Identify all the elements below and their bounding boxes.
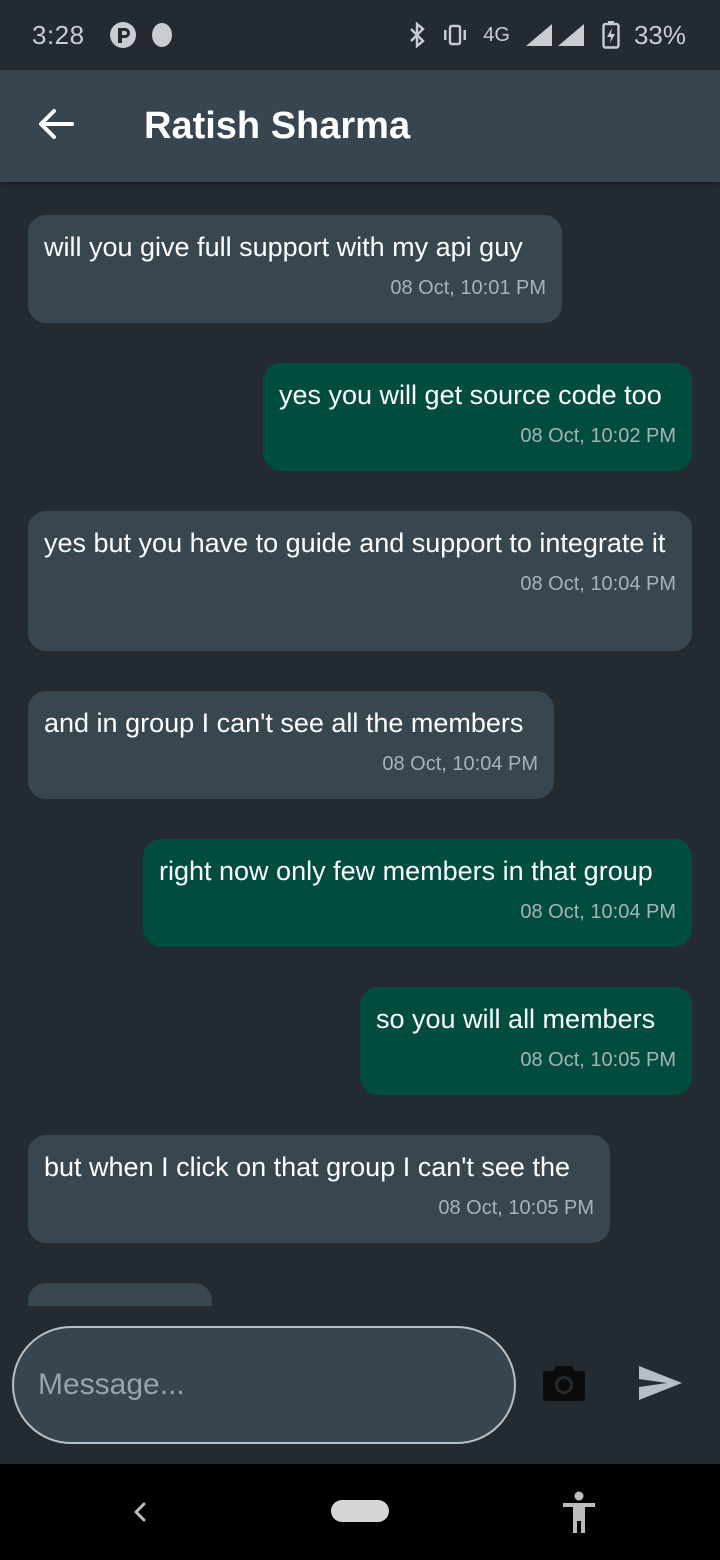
send-button[interactable]	[634, 1362, 686, 1408]
arrow-back-icon	[38, 108, 74, 145]
app-bar: Ratish Sharma	[0, 70, 720, 182]
battery-percent: 33%	[633, 19, 686, 50]
network-type: 4G	[483, 23, 510, 46]
camera-icon	[542, 1364, 586, 1407]
message-time: 08 Oct, 10:05 PM	[438, 1197, 594, 1219]
message-bubble-received[interactable]: but when I click on that group I can't s…	[28, 1135, 610, 1243]
message-bubble-received[interactable]: will you give full support with my api g…	[28, 215, 562, 323]
message-bubble-partial[interactable]	[28, 1283, 212, 1306]
accessibility-button[interactable]	[560, 1491, 598, 1535]
dot-icon	[151, 22, 173, 48]
message-text: will you give full support with my api g…	[44, 232, 523, 262]
status-left: 3:28	[32, 20, 173, 51]
message-text: yes but you have to guide and support to…	[44, 528, 666, 558]
status-right: 4G 33%	[407, 20, 686, 51]
message-bubble-received[interactable]: yes but you have to guide and support to…	[28, 511, 692, 651]
message-time: 08 Oct, 10:04 PM	[382, 753, 538, 775]
bluetooth-icon	[407, 22, 427, 48]
battery-charging-icon	[602, 21, 620, 49]
message-list[interactable]: will you give full support with my api g…	[0, 182, 720, 1306]
signal-icon	[524, 22, 588, 48]
message-input[interactable]	[12, 1326, 516, 1444]
message-bubble-sent[interactable]: so you will all members 08 Oct, 10:05 PM	[360, 987, 692, 1095]
message-text: but when I click on that group I can't s…	[44, 1152, 570, 1182]
composer-bar	[0, 1306, 720, 1464]
message-time: 08 Oct, 10:01 PM	[390, 277, 546, 299]
message-bubble-sent[interactable]: right now only few members in that group…	[143, 839, 692, 947]
status-time: 3:28	[32, 19, 85, 50]
nav-home-button[interactable]	[331, 1500, 389, 1522]
message-time: 08 Oct, 10:04 PM	[520, 901, 676, 923]
message-time: 08 Oct, 10:04 PM	[520, 573, 676, 595]
message-text: right now only few members in that group	[159, 856, 653, 886]
vibrate-icon	[441, 24, 469, 46]
message-text: yes you will get source code too	[279, 380, 662, 410]
sim-icon	[109, 21, 137, 49]
message-text: so you will all members	[376, 1004, 656, 1034]
status-bar: 3:28 4G 33%	[0, 0, 720, 70]
nav-back-button[interactable]	[126, 1494, 154, 1530]
message-time: 08 Oct, 10:05 PM	[520, 1049, 676, 1071]
message-bubble-received[interactable]: and in group I can't see all the members…	[28, 691, 554, 799]
camera-button[interactable]	[540, 1362, 588, 1408]
send-icon	[637, 1364, 683, 1407]
accessibility-icon	[560, 1491, 598, 1539]
chat-title: Ratish Sharma	[144, 104, 411, 147]
back-button[interactable]	[0, 70, 112, 182]
message-time: 08 Oct, 10:02 PM	[520, 425, 676, 447]
message-bubble-sent[interactable]: yes you will get source code too 08 Oct,…	[263, 363, 692, 471]
message-text: and in group I can't see all the members	[44, 708, 524, 738]
